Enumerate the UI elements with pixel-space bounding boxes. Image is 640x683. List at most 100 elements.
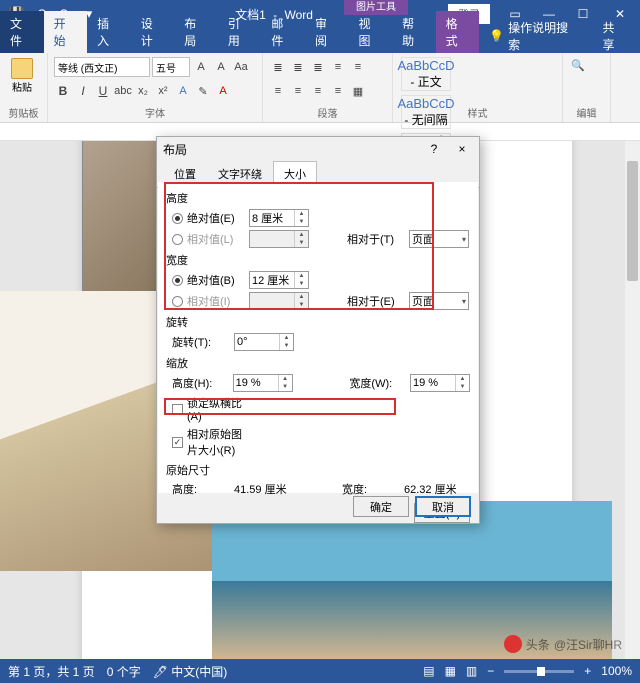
tab-references[interactable]: 引用 (218, 11, 262, 53)
tab-help[interactable]: 帮助 (392, 11, 436, 53)
spin-up-icon[interactable]: ▲ (456, 375, 469, 383)
text-effects-icon[interactable]: A (174, 81, 192, 101)
spin-down-icon[interactable]: ▼ (295, 280, 308, 288)
status-lang[interactable]: 🖊 中文(中国) (153, 663, 228, 680)
radio-height-relative[interactable] (172, 234, 183, 245)
tab-format[interactable]: 格式 (436, 11, 480, 53)
style-normal[interactable]: AaBbCcD- 正文 (401, 57, 451, 91)
shading-icon[interactable]: ▦ (349, 81, 367, 101)
view-read-icon[interactable]: ▤ (423, 664, 434, 678)
checkbox-relative-original[interactable]: ✓ (172, 437, 183, 448)
align-center-icon[interactable]: ≡ (289, 81, 307, 101)
align-right-icon[interactable]: ≡ (309, 81, 327, 101)
tab-insert[interactable]: 插入 (87, 11, 131, 53)
layout-dialog: 布局 ? × 位置 文字环绕 大小 高度 绝对值(E) ▲▼ 相对值(L) ▲▼… (156, 136, 480, 524)
view-print-icon[interactable]: ▦ (445, 664, 456, 678)
find-icon[interactable]: 🔍 (569, 55, 587, 75)
input-scale-width[interactable]: ▲▼ (410, 374, 470, 392)
section-height: 高度 (166, 190, 470, 206)
select-height-relativeto[interactable]: 页面 (409, 230, 469, 248)
ribbon-tabs: 文件 开始 插入 设计 布局 引用 邮件 审阅 视图 帮助 格式 💡操作说明搜索… (0, 28, 640, 53)
zoom-out-icon[interactable]: − (487, 664, 494, 678)
scroll-thumb[interactable] (627, 161, 638, 281)
ribbon: 粘贴 剪贴板 等线 (西文正) 五号 A A Aa B I U abc x₂ x… (0, 53, 640, 123)
indent-inc-icon[interactable]: ≡ (349, 57, 367, 77)
select-width-relativeto[interactable]: 页面 (409, 292, 469, 310)
cancel-button[interactable]: 取消 (415, 496, 471, 517)
font-size-combo[interactable]: 五号 (152, 57, 190, 77)
radio-width-relative[interactable] (172, 296, 183, 307)
status-words[interactable]: 0 个字 (107, 663, 141, 680)
zoom-knob[interactable] (537, 667, 545, 676)
multilevel-icon[interactable]: ≣ (309, 57, 327, 77)
underline-icon[interactable]: U (94, 81, 112, 101)
paste-icon (11, 58, 33, 79)
input-height-relative: ▲▼ (249, 230, 309, 248)
justify-icon[interactable]: ≡ (329, 81, 347, 101)
tab-home[interactable]: 开始 (44, 11, 88, 53)
spin-up-icon[interactable]: ▲ (295, 272, 308, 280)
section-scale: 缩放 (166, 355, 470, 371)
watermark: 头条 @汪Sir聊HR (504, 635, 622, 653)
dialog-title: 布局 (163, 141, 187, 158)
radio-width-absolute[interactable] (172, 275, 183, 286)
tab-view[interactable]: 视图 (349, 11, 393, 53)
zoom-value[interactable]: 100% (601, 664, 632, 678)
zoom-in-icon[interactable]: + (584, 664, 591, 678)
input-scale-height[interactable]: ▲▼ (233, 374, 293, 392)
sub-icon[interactable]: x₂ (134, 81, 152, 101)
status-bar: 第 1 页，共 1 页 0 个字 🖊 中文(中国) ▤ ▦ ▥ − + 100% (0, 659, 640, 683)
group-label-clipboard: 剪贴板 (0, 105, 47, 120)
input-width-absolute[interactable]: ▲▼ (249, 271, 309, 289)
align-left-icon[interactable]: ≡ (269, 81, 287, 101)
strike-icon[interactable]: abc (114, 81, 132, 101)
spin-up-icon[interactable]: ▲ (279, 375, 292, 383)
numbering-icon[interactable]: ≣ (289, 57, 307, 77)
radio-height-absolute[interactable] (172, 213, 183, 224)
spin-down-icon[interactable]: ▼ (295, 218, 308, 226)
ok-button[interactable]: 确定 (353, 496, 409, 517)
watermark-avatar-icon (504, 635, 522, 653)
tab-layout[interactable]: 布局 (174, 11, 218, 53)
group-label-edit: 编辑 (563, 105, 610, 120)
paste-button[interactable]: 粘贴 (6, 55, 38, 95)
tab-file[interactable]: 文件 (0, 11, 44, 53)
spin-up-icon[interactable]: ▲ (280, 334, 293, 342)
share-button[interactable]: 共享 (588, 19, 640, 53)
change-case-icon[interactable]: Aa (232, 57, 250, 77)
font-color-icon[interactable]: A (214, 81, 232, 101)
input-rotation[interactable]: ▲▼ (234, 333, 294, 351)
vertical-scrollbar[interactable] (625, 141, 640, 659)
tab-review[interactable]: 审阅 (305, 11, 349, 53)
view-web-icon[interactable]: ▥ (466, 664, 477, 678)
italic-icon[interactable]: I (74, 81, 92, 101)
original-height-value: 41.59 厘米 (234, 481, 304, 497)
dialog-help-icon[interactable]: ? (423, 142, 445, 156)
group-label-styles: 样式 (393, 105, 562, 120)
indent-dec-icon[interactable]: ≡ (329, 57, 347, 77)
bold-icon[interactable]: B (54, 81, 72, 101)
sup-icon[interactable]: x² (154, 81, 172, 101)
status-page[interactable]: 第 1 页，共 1 页 (8, 663, 95, 680)
spin-down-icon[interactable]: ▼ (280, 342, 293, 350)
grow-font-icon[interactable]: A (192, 57, 210, 77)
zoom-slider[interactable] (504, 670, 574, 673)
tell-me[interactable]: 💡操作说明搜索 (479, 19, 588, 53)
original-width-value: 62.32 厘米 (404, 481, 457, 497)
checkbox-lock-aspect[interactable] (172, 404, 183, 415)
group-label-para: 段落 (263, 105, 392, 120)
dialog-close-icon[interactable]: × (451, 142, 473, 156)
spin-down-icon[interactable]: ▼ (456, 383, 469, 391)
font-name-combo[interactable]: 等线 (西文正) (54, 57, 150, 77)
highlight-icon[interactable]: ✎ (194, 81, 212, 101)
spin-up-icon[interactable]: ▲ (295, 210, 308, 218)
spin-down-icon[interactable]: ▼ (279, 383, 292, 391)
tab-mailings[interactable]: 邮件 (261, 11, 305, 53)
section-rotate: 旋转 (166, 314, 470, 330)
shrink-font-icon[interactable]: A (212, 57, 230, 77)
bullets-icon[interactable]: ≣ (269, 57, 287, 77)
tab-design[interactable]: 设计 (131, 11, 175, 53)
group-label-font: 字体 (48, 105, 262, 120)
input-height-absolute[interactable]: ▲▼ (249, 209, 309, 227)
dialog-titlebar[interactable]: 布局 ? × (157, 137, 479, 161)
